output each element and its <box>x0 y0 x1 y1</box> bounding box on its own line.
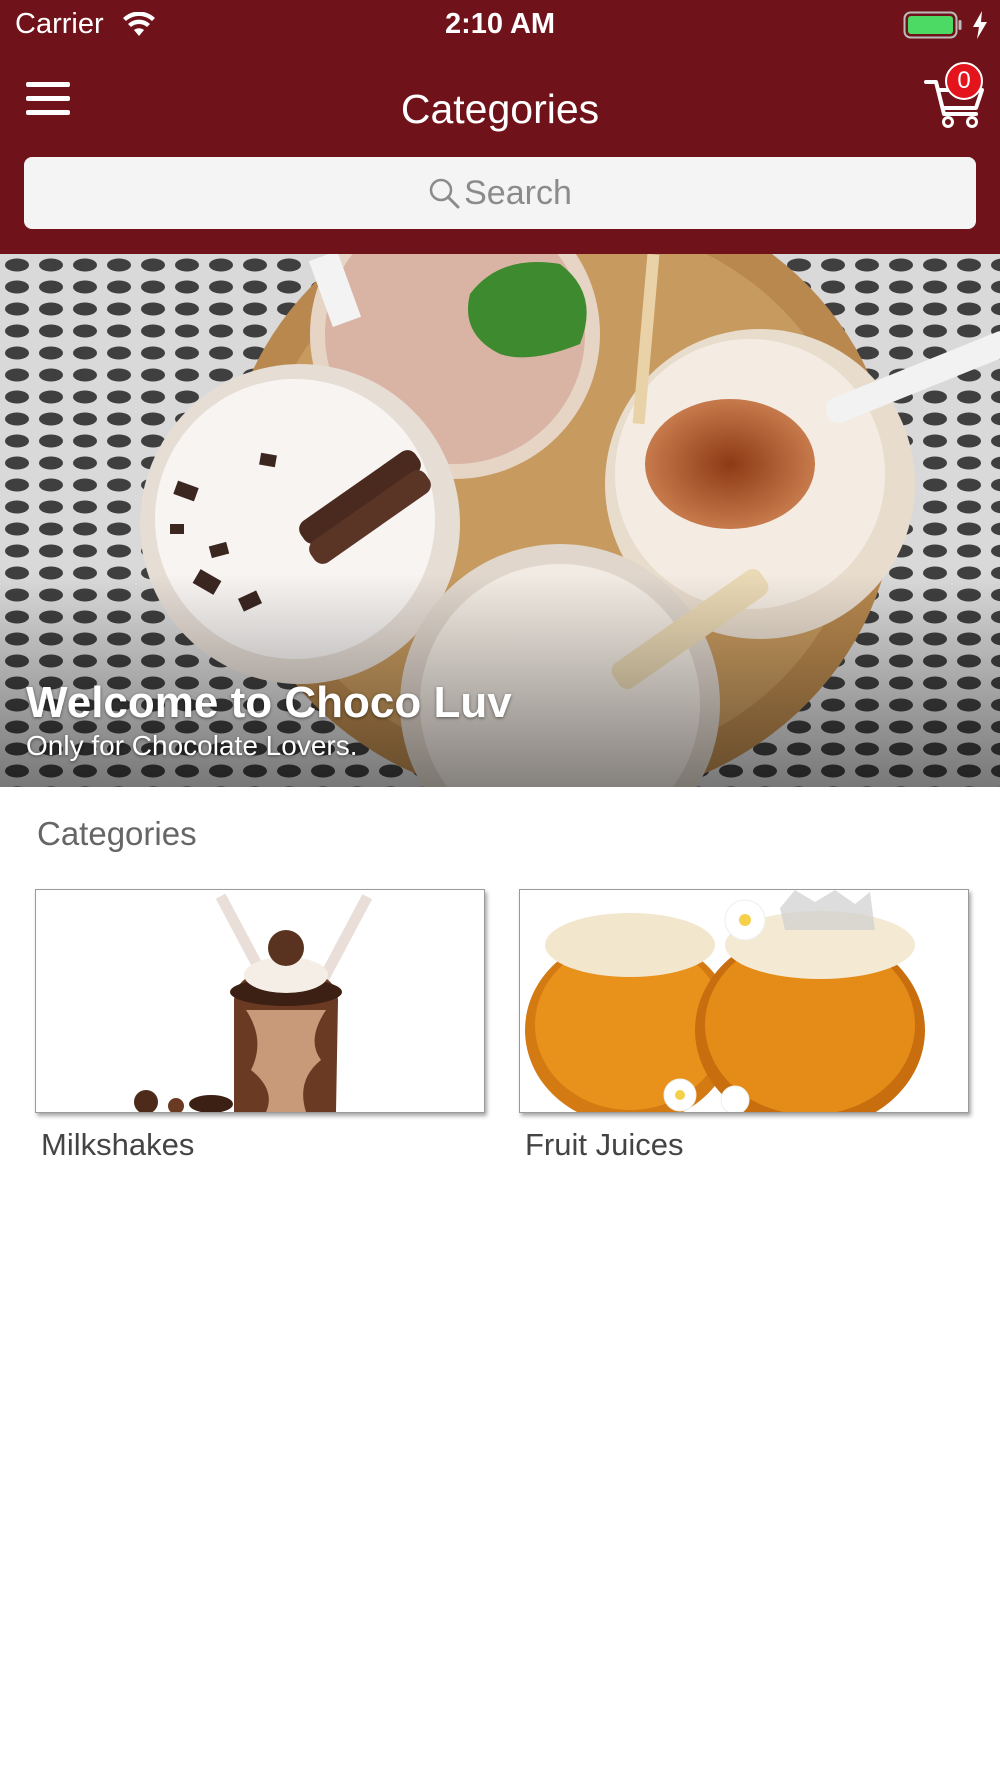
cart-count-badge: 0 <box>945 62 983 100</box>
navigation-header: Carrier 2:10 AM Categories 0 Search <box>0 0 1000 254</box>
fruit-juice-image <box>519 889 969 1113</box>
status-time: 2:10 AM <box>444 8 556 40</box>
search-placeholder: Search <box>464 173 572 212</box>
battery-icon <box>903 11 962 39</box>
category-card-milkshakes[interactable]: Milkshakes <box>35 889 485 1171</box>
hero-subtitle: Only for Chocolate Lovers. <box>26 730 358 761</box>
search-input[interactable]: Search <box>24 157 976 229</box>
charging-bolt-icon <box>973 11 987 39</box>
category-label: Milkshakes <box>41 1127 195 1162</box>
hero-title: Welcome to Choco Luv <box>26 678 512 727</box>
search-icon <box>429 178 460 209</box>
milkshake-image <box>35 889 485 1113</box>
categories-section-title: Categories <box>37 815 197 852</box>
category-card-fruit-juices[interactable]: Fruit Juices <box>519 889 969 1171</box>
category-label: Fruit Juices <box>525 1127 684 1162</box>
page-title: Categories <box>400 86 600 132</box>
